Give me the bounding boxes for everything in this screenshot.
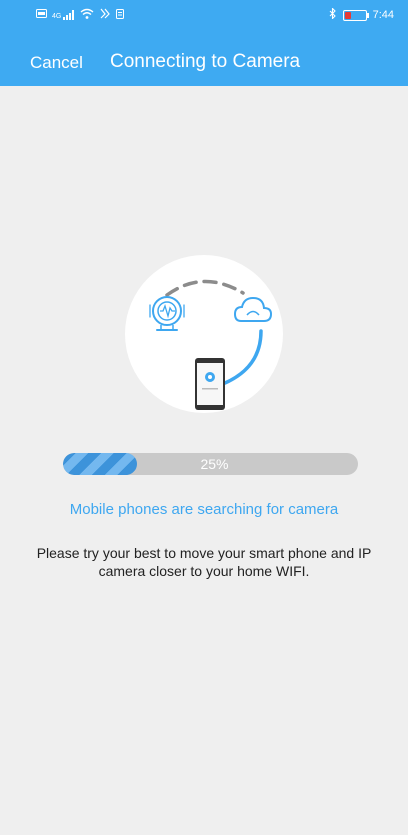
network-type-label: 4G xyxy=(52,13,62,20)
status-bar: 4G 7:44 xyxy=(0,0,408,28)
battery-icon xyxy=(342,9,369,21)
hint-text: Please try your best to move your smart … xyxy=(36,545,372,579)
phone-icon xyxy=(195,358,225,410)
cloud-icon xyxy=(233,296,273,322)
wifi-icon xyxy=(80,8,94,22)
camera-icon xyxy=(149,296,185,331)
page-title: Connecting to Camera xyxy=(110,51,301,72)
status-bar-left: 4G xyxy=(36,8,125,22)
connection-illustration xyxy=(125,255,283,413)
progress-label: 25% xyxy=(200,456,229,472)
dashed-arc xyxy=(165,279,245,297)
bluetooth-icon xyxy=(329,7,337,22)
data-transfer-icon xyxy=(99,8,111,22)
battery-level xyxy=(344,11,351,19)
status-message: Mobile phones are searching for camera xyxy=(69,501,339,518)
notification-icon xyxy=(36,9,47,21)
signal-icon: 4G xyxy=(52,10,75,20)
progress-bar: 25% xyxy=(63,453,358,475)
file-icon xyxy=(116,8,125,22)
app-header: 4G 7:44 Cancel Connecting to Camera xyxy=(0,0,408,86)
blue-arc xyxy=(223,329,263,385)
clock: 7:44 xyxy=(372,9,394,21)
cancel-button[interactable]: Cancel xyxy=(30,53,83,73)
status-bar-right: 7:44 xyxy=(329,7,394,22)
